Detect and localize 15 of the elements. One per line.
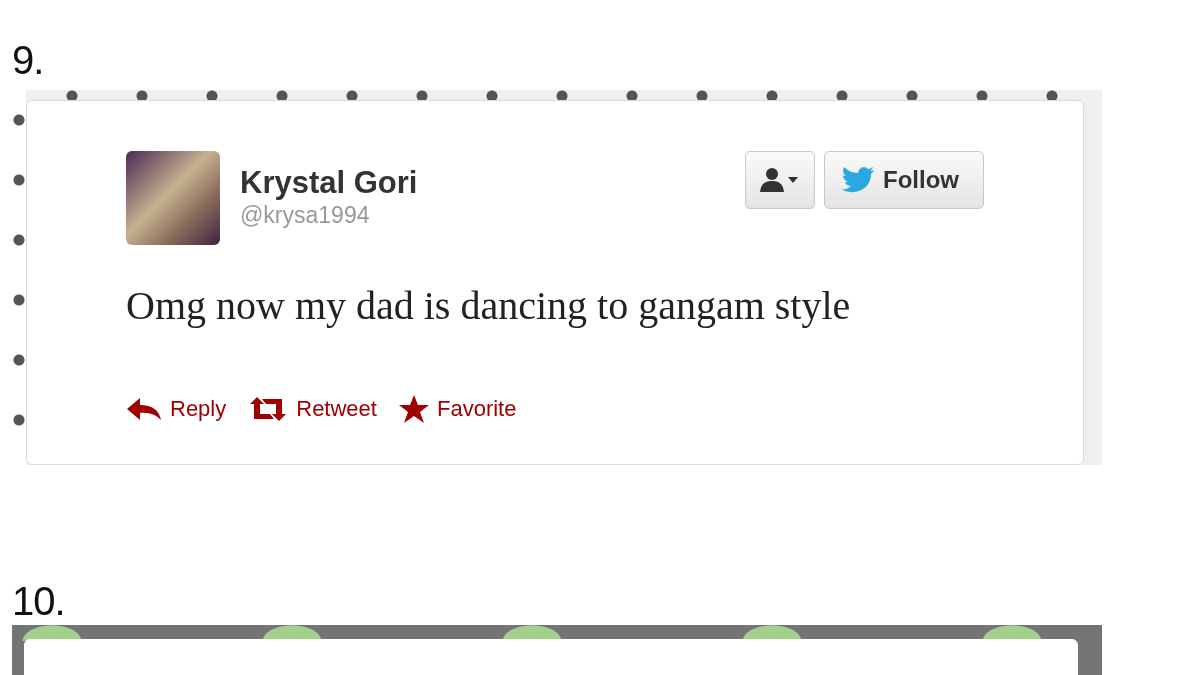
retweet-link[interactable]: Retweet [248, 395, 377, 423]
user-name: Krystal Gori [240, 165, 419, 201]
person-icon [760, 167, 800, 193]
follow-button[interactable]: Follow [824, 151, 984, 209]
user-menu-button[interactable] [745, 151, 815, 209]
retweet-icon [248, 396, 289, 422]
favorite-link[interactable]: Favorite [398, 395, 517, 423]
reply-arrow-icon [126, 397, 162, 421]
item-number: 9. [12, 37, 44, 84]
item-number: 10. [12, 578, 65, 625]
star-icon [398, 395, 429, 423]
tweet-text: Omg now my dad is dancing to gangam style [126, 282, 852, 330]
user-handle: @krysa1994 [240, 201, 371, 229]
reply-link[interactable]: Reply [126, 395, 227, 423]
bird-icon [841, 166, 875, 194]
